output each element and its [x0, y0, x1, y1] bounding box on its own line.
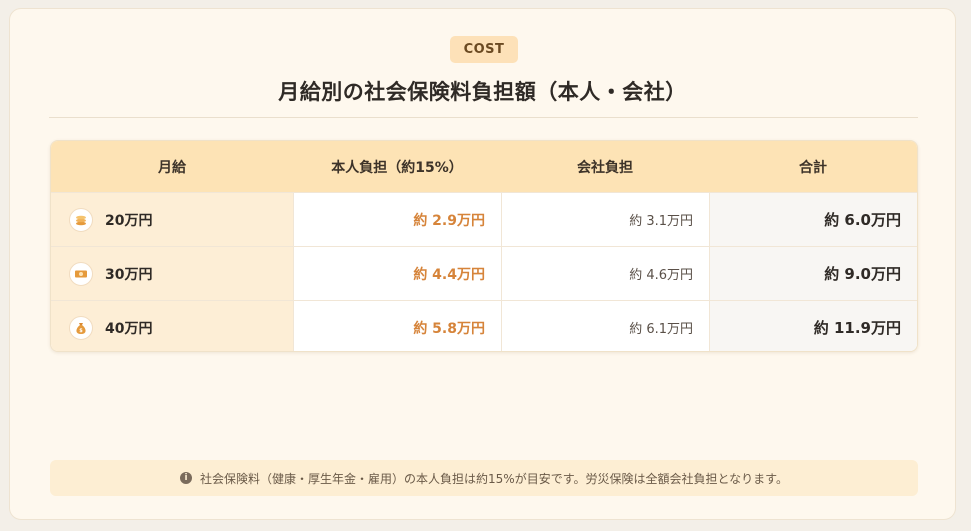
- table-row: $ 40万円 約 5.8万円 約 6.1万円 約 11.9万円: [51, 300, 917, 351]
- header-month: 月給: [158, 159, 186, 176]
- svg-text:$: $: [79, 328, 83, 334]
- total-cell: 約 11.9万円: [709, 301, 917, 351]
- table-row: 20万円 約 2.9万円 約 3.1万円 約 6.0万円: [51, 192, 917, 246]
- info-icon: i: [180, 472, 193, 484]
- company-cell: 約 6.1万円: [501, 301, 709, 351]
- total-cell: 約 6.0万円: [709, 193, 917, 246]
- footnote: i 社会保険料（健康・厚生年金・雇用）の本人負担は約15%が目安です。労災保険は…: [50, 460, 918, 496]
- banknote-icon: [69, 261, 93, 286]
- month-cell: 30万円: [51, 247, 293, 300]
- cost-card: COST 月給別の社会保険料負担額（本人・会社） 月給 本人負担（約15%） 会…: [9, 8, 956, 520]
- page-title: 月給別の社会保険料負担額（本人・会社）: [278, 80, 687, 104]
- month-cell: $ 40万円: [51, 301, 293, 351]
- month-label: 40万円: [105, 320, 153, 337]
- self-cell: 約 5.8万円: [293, 301, 501, 351]
- coins-stack-icon: [69, 207, 93, 232]
- cost-badge: COST: [450, 36, 518, 63]
- month-label: 20万円: [105, 212, 153, 229]
- month-label: 30万円: [105, 266, 153, 283]
- header-self: 本人負担（約15%）: [331, 159, 463, 176]
- title-divider: [49, 117, 918, 118]
- footnote-text: 社会保険料（健康・厚生年金・雇用）の本人負担は約15%が目安です。労災保険は全額…: [200, 471, 788, 486]
- table-row: 30万円 約 4.4万円 約 4.6万円 約 9.0万円: [51, 246, 917, 300]
- table-header: 月給 本人負担（約15%） 会社負担 合計: [51, 141, 917, 192]
- money-bag-icon: $: [69, 315, 93, 340]
- company-cell: 約 3.1万円: [501, 193, 709, 246]
- cost-table: 月給 本人負担（約15%） 会社負担 合計 20万円 約 2.9万円 約 3.1…: [50, 140, 918, 352]
- self-cell: 約 4.4万円: [293, 247, 501, 300]
- header-total: 合計: [799, 159, 827, 176]
- total-cell: 約 9.0万円: [709, 247, 917, 300]
- header-company: 会社負担: [577, 159, 633, 176]
- company-cell: 約 4.6万円: [501, 247, 709, 300]
- self-cell: 約 2.9万円: [293, 193, 501, 246]
- month-cell: 20万円: [51, 193, 293, 246]
